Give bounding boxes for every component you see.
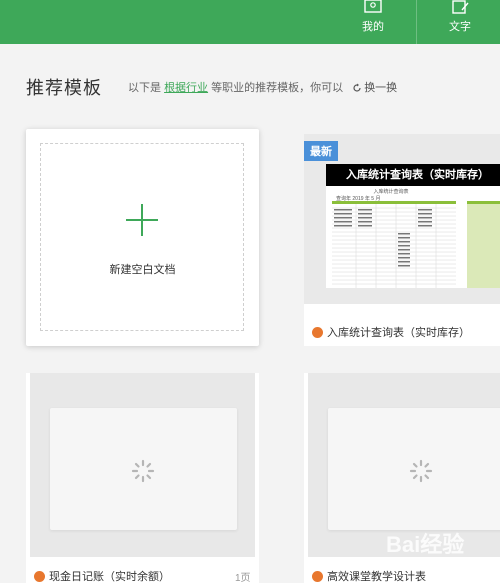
watermark: Bai经验 [386,532,465,557]
section-title: 推荐模板 [26,78,102,98]
new-blank-label: 新建空白文档 [109,264,176,276]
spreadsheet-preview: 入库统计查询表（实时库存） 入库统计查询表 查询年 2019 年 5 月 [326,164,500,288]
plus-icon [126,204,158,236]
template-thumbnail: 入库统计查询表（实时库存） 入库统计查询表 查询年 2019 年 5 月 最新 [304,134,500,304]
industry-link[interactable]: 根据行业 [164,82,208,94]
refresh-icon [353,83,361,92]
refresh-label: 换一换 [364,82,398,94]
template-title-text: 高效课堂教学设计表 [327,571,426,583]
template-title: 高效课堂教学设计表 [312,568,426,583]
template-title-text: 入库统计查询表（实时库存） [327,327,470,339]
document-edit-icon [452,0,469,14]
tab-text[interactable]: 文字 [438,0,482,44]
tab-separator [416,0,417,44]
tab-mine[interactable]: 我的 [352,0,394,44]
refresh-button[interactable]: 换一换 [346,82,397,94]
subline-prefix: 以下是 [128,82,161,94]
template-file-icon [312,327,323,338]
subline-suffix: 等职业的推荐模板，你可以 [211,82,344,94]
template-file-icon [312,571,323,582]
loading-spinner-icon [409,459,433,483]
tab-mine-label: 我的 [362,21,384,33]
section-subline: 以下是 根据行业 等职业的推荐模板，你可以 换一换 [128,79,397,95]
new-badge: 最新 [304,141,338,161]
user-icon [364,0,382,13]
spreadsheet-grid [332,201,500,288]
template-thumbnail [30,373,255,557]
tab-text-label: 文字 [449,21,471,33]
template-card-inventory[interactable]: 入库统计查询表（实时库存） 入库统计查询表 查询年 2019 年 5 月 最新 … [304,134,500,346]
loading-spinner-icon [131,459,155,483]
template-card-cash-journal[interactable]: 现金日记账（实时余额） 1页 [26,373,259,583]
page-count: 1页 [235,573,251,583]
template-title: 入库统计查询表（实时库存） [312,324,470,340]
template-file-icon [34,571,45,582]
new-blank-document-card[interactable]: 新建空白文档 [26,129,259,346]
template-title-text: 现金日记账（实时余额） [49,571,170,583]
template-title: 现金日记账（实时余额） [34,568,170,583]
top-bar: 我的 文字 [0,0,500,44]
